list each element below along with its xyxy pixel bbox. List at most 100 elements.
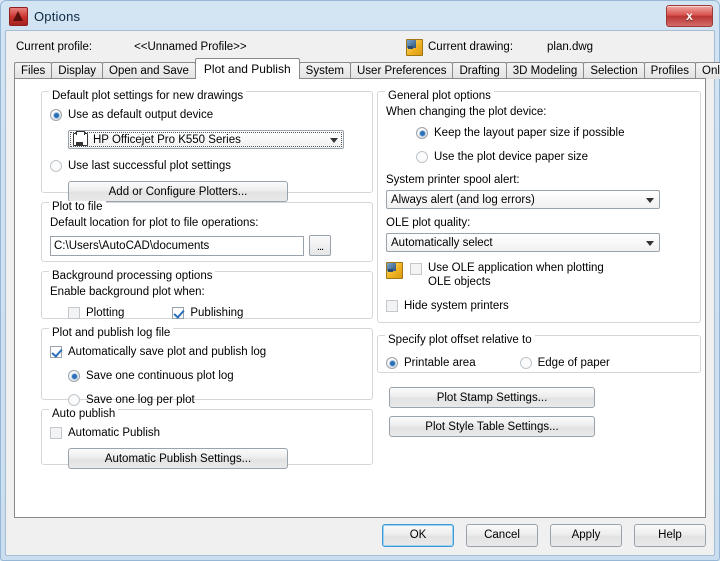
checkbox-auto-save-log[interactable] [50, 346, 62, 358]
left-column: Use as default output device HP Officeje… [41, 91, 373, 475]
background-plot-label: Enable background plot when: [50, 286, 364, 298]
radio-row-log-per-plot[interactable]: Save one log per plot [68, 391, 364, 409]
dialog-client-area: Current profile: <<Unnamed Profile>> Cur… [5, 30, 715, 556]
checkbox-label-auto-save-log: Automatically save plot and publish log [68, 346, 266, 358]
group-plot-publish-log: Automatically save plot and publish log … [41, 328, 373, 400]
background-checkbox-row: Plotting Publishing [50, 304, 364, 322]
checkbox-label-plotting: Plotting [86, 307, 124, 319]
tab-profiles[interactable]: Profiles [644, 62, 696, 79]
radio-use-default-output-device[interactable] [50, 109, 62, 121]
dialog-footer: OK Cancel Apply Help [370, 523, 706, 547]
plot-to-file-path-input[interactable]: C:\Users\AutoCAD\documents [50, 236, 304, 256]
checkbox-row-plotting[interactable]: Plotting [68, 307, 124, 319]
current-drawing-value: plan.dwg [547, 41, 593, 53]
group-plot-to-file: Default location for plot to file operat… [41, 202, 373, 262]
radio-save-one-log-per-plot[interactable] [68, 394, 80, 406]
checkbox-label-publishing: Publishing [190, 307, 243, 319]
checkbox-row-auto-save-log[interactable]: Automatically save plot and publish log [50, 343, 364, 361]
radio-label-continuous-log: Save one continuous plot log [86, 370, 234, 382]
add-or-configure-plotters-button[interactable]: Add or Configure Plotters... [68, 181, 288, 202]
chevron-down-icon[interactable] [646, 198, 654, 203]
drawing-file-icon [406, 39, 423, 56]
checkbox-plotting[interactable] [68, 307, 80, 319]
radio-printable-area[interactable] [386, 357, 398, 369]
checkbox-row-publishing[interactable]: Publishing [172, 307, 243, 319]
radio-row-default-output-device[interactable]: Use as default output device [50, 106, 364, 124]
radio-edge-of-paper[interactable] [520, 357, 532, 369]
default-output-device-combo[interactable]: HP Officejet Pro K550 Series [68, 130, 344, 149]
plot-to-file-path-row: C:\Users\AutoCAD\documents ... [50, 235, 364, 256]
group-title-plot-offset: Specify plot offset relative to [385, 334, 535, 346]
tab-drafting[interactable]: Drafting [452, 62, 506, 79]
automatic-publish-settings-button[interactable]: Automatic Publish Settings... [68, 448, 288, 469]
ok-button[interactable]: OK [382, 524, 454, 547]
radio-row-continuous-log[interactable]: Save one continuous plot log [68, 367, 364, 385]
spool-alert-label: System printer spool alert: [386, 174, 692, 186]
chevron-down-icon[interactable] [646, 241, 654, 246]
radio-save-one-continuous-plot-log[interactable] [68, 370, 80, 382]
spool-alert-value: Always alert (and log errors) [391, 194, 535, 206]
tab-online[interactable]: Online [695, 62, 720, 79]
checkbox-hide-system-printers[interactable] [386, 300, 398, 312]
apply-button[interactable]: Apply [550, 524, 622, 547]
printer-icon [73, 133, 88, 146]
group-title-default-plot-settings: Default plot settings for new drawings [49, 90, 246, 102]
profile-row: Current profile: <<Unnamed Profile>> Cur… [16, 37, 704, 57]
radio-use-last-successful-plot-settings[interactable] [50, 160, 62, 172]
group-title-plot-to-file: Plot to file [49, 201, 106, 213]
tab-user-preferences[interactable]: User Preferences [350, 62, 453, 79]
checkbox-row-automatic-publish[interactable]: Automatic Publish [50, 424, 364, 442]
spool-alert-combo[interactable]: Always alert (and log errors) [386, 190, 660, 209]
window-title: Options [34, 9, 80, 24]
close-icon[interactable]: x [666, 5, 713, 27]
checkbox-row-hide-system-printers[interactable]: Hide system printers [386, 297, 692, 315]
radio-label-edge-of-paper: Edge of paper [538, 357, 610, 369]
radio-row-use-device-paper-size[interactable]: Use the plot device paper size [416, 148, 692, 166]
tab-3d-modeling[interactable]: 3D Modeling [506, 62, 585, 79]
ole-plot-quality-value: Automatically select [391, 237, 493, 249]
radio-use-plot-device-paper-size[interactable] [416, 151, 428, 163]
chevron-down-icon[interactable] [330, 138, 338, 143]
group-title-plot-publish-log: Plot and publish log file [49, 327, 173, 339]
group-default-plot-settings: Use as default output device HP Officeje… [41, 91, 373, 193]
radio-label-log-per-plot: Save one log per plot [86, 394, 195, 406]
radio-row-keep-layout-paper-size[interactable]: Keep the layout paper size if possible [416, 124, 692, 142]
when-changing-plot-device-label: When changing the plot device: [386, 106, 692, 118]
tab-files[interactable]: Files [14, 62, 52, 79]
plot-style-table-settings-button[interactable]: Plot Style Table Settings... [389, 416, 595, 437]
checkbox-publishing[interactable] [172, 307, 184, 319]
cancel-button[interactable]: Cancel [466, 524, 538, 547]
current-profile-label: Current profile: [16, 41, 92, 53]
plot-stamp-settings-button[interactable]: Plot Stamp Settings... [389, 387, 595, 408]
radio-row-edge-of-paper[interactable]: Edge of paper [520, 357, 610, 369]
tab-system[interactable]: System [299, 62, 351, 79]
checkbox-label-use-ole-application: Use OLE application when plotting OLE ob… [428, 261, 626, 289]
group-title-background-processing: Background processing options [49, 270, 215, 282]
help-button[interactable]: Help [634, 524, 706, 547]
group-auto-publish: Automatic Publish Automatic Publish Sett… [41, 409, 373, 465]
checkbox-automatic-publish[interactable] [50, 427, 62, 439]
radio-label-keep-layout-paper-size: Keep the layout paper size if possible [434, 127, 625, 139]
group-title-auto-publish: Auto publish [49, 408, 118, 420]
group-background-processing: Enable background plot when: Plotting Pu… [41, 271, 373, 319]
radio-row-last-successful[interactable]: Use last successful plot settings [50, 157, 364, 175]
radio-keep-layout-paper-size[interactable] [416, 127, 428, 139]
group-general-plot-options: When changing the plot device: Keep the … [377, 91, 701, 323]
checkbox-row-use-ole-application[interactable]: Use OLE application when plotting OLE ob… [386, 261, 692, 289]
checkbox-label-hide-system-printers: Hide system printers [404, 300, 509, 312]
current-drawing-label: Current drawing: [428, 41, 513, 53]
radio-row-printable-area[interactable]: Printable area [386, 357, 476, 369]
current-profile-value: <<Unnamed Profile>> [134, 41, 247, 53]
radio-label-use-device-paper-size: Use the plot device paper size [434, 151, 588, 163]
checkbox-use-ole-application[interactable] [410, 263, 422, 275]
tab-page-plot-and-publish: Use as default output device HP Officeje… [14, 78, 706, 518]
tab-display[interactable]: Display [51, 62, 103, 79]
tab-open-and-save[interactable]: Open and Save [102, 62, 196, 79]
browse-button[interactable]: ... [309, 235, 331, 256]
tab-plot-and-publish[interactable]: Plot and Publish [195, 58, 300, 79]
plot-to-file-label: Default location for plot to file operat… [50, 217, 364, 229]
options-dialog-window: Options x Current profile: <<Unnamed Pro… [0, 0, 720, 561]
tab-selection[interactable]: Selection [583, 62, 644, 79]
ole-plot-quality-combo[interactable]: Automatically select [386, 233, 660, 252]
default-output-device-value: HP Officejet Pro K550 Series [93, 134, 241, 146]
